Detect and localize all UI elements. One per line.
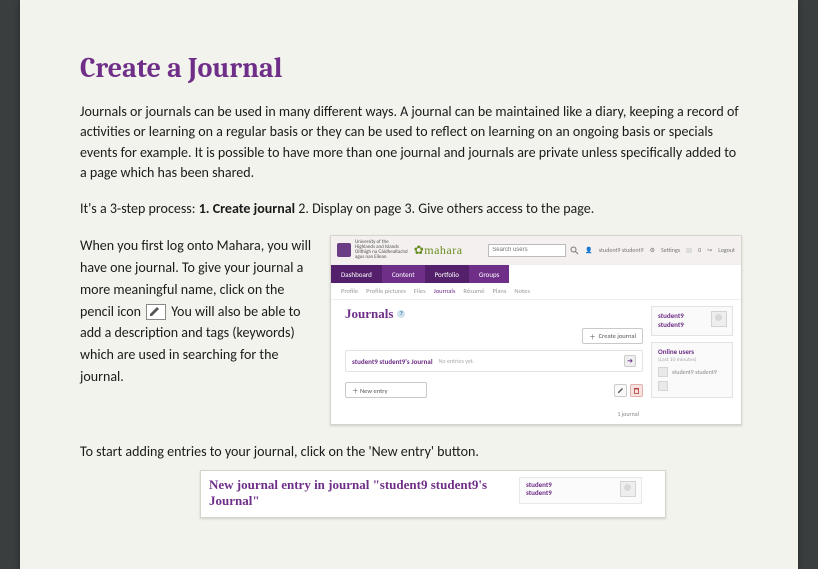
university-crest-icon — [337, 243, 351, 257]
create-journal-label: Create journal — [599, 332, 636, 340]
user-icon: 👤 — [585, 246, 592, 254]
pencil-icon — [146, 304, 166, 320]
avatar-icon — [620, 481, 636, 497]
profile-name[interactable]: student9 student9 — [658, 311, 711, 329]
online-user-row — [658, 381, 727, 391]
subnav-files[interactable]: Files — [414, 287, 426, 295]
profile-name-line2: student9 — [526, 489, 552, 497]
journals-heading-text: Journals — [345, 306, 393, 322]
mini-avatar-icon — [658, 367, 668, 377]
mini-avatar-icon — [658, 381, 668, 391]
avatar-icon — [711, 311, 727, 327]
subnav-journals[interactable]: Journals — [434, 287, 456, 295]
subnav-profile[interactable]: Profile — [341, 287, 358, 295]
journal-count-footer: 1 journal — [345, 410, 643, 418]
online-user-row: student9 student9 — [658, 367, 727, 377]
side-column: student9 student9 Online users (Last 10 … — [651, 306, 733, 418]
university-logo-block: University of the Highlands and Islands … — [337, 240, 408, 260]
profile-name[interactable]: student9 student9 — [526, 481, 552, 496]
subnav-resume[interactable]: Résumé — [463, 287, 484, 295]
subnav-plans[interactable]: Plans — [492, 287, 506, 295]
delete-journal-trash-icon[interactable] — [630, 384, 643, 397]
tab-groups[interactable]: Groups — [469, 265, 510, 283]
expand-icon[interactable]: ➜ — [624, 355, 636, 367]
main-nav: Dashboard Content Portfolio Groups — [331, 265, 741, 283]
top-user-link[interactable]: student9 student9 — [599, 246, 644, 254]
journal-title[interactable]: student9 student9's Journal — [352, 357, 433, 366]
journal-item: student9 student9's Journal No entries y… — [345, 350, 643, 372]
page-title: Create a Journal — [80, 52, 742, 84]
tab-content[interactable]: Content — [382, 265, 425, 283]
new-entry-button[interactable]: ＋ New entry — [345, 382, 427, 398]
journals-heading: Journals ? — [345, 306, 643, 322]
profile-card: student9 student9 — [651, 306, 733, 336]
step-1-bold: 1. Create journal — [199, 200, 295, 217]
online-users-subtitle: (Last 10 minutes) — [658, 357, 727, 363]
new-entry-screenshot: New journal entry in journal "student9 s… — [200, 470, 666, 518]
plus-icon: ＋ — [589, 331, 596, 341]
settings-icon: ⚙ — [650, 246, 655, 254]
online-users-card: Online users (Last 10 minutes) student9 … — [651, 342, 733, 398]
tab-dashboard[interactable]: Dashboard — [331, 265, 382, 283]
two-column-block: When you first log onto Mahara, you will… — [80, 235, 742, 425]
inbox-icon[interactable] — [686, 248, 692, 253]
intro-paragraph: Journals or journals can be used in many… — [80, 102, 742, 183]
new-entry-label: New entry — [360, 387, 388, 395]
subnav-pictures[interactable]: Profile pictures — [366, 287, 406, 295]
next-step-text: To start adding entries to your journal,… — [80, 443, 742, 460]
search-users-box — [488, 244, 579, 257]
left-column-text: When you first log onto Mahara, you will… — [80, 235, 318, 387]
top-bar: University of the Highlands and Islands … — [331, 236, 741, 265]
profile-card: student9 student9 — [519, 477, 642, 504]
entry-row: ＋ New entry — [345, 382, 643, 398]
steps-paragraph: It's a 3-step process: 1. Create journal… — [80, 199, 742, 219]
logout-icon: ↪ — [707, 246, 712, 254]
sub-nav: Profile Profile pictures Files Journals … — [331, 283, 741, 300]
main-column: Journals ? ＋ Create journal student9 stu… — [345, 306, 643, 418]
create-journal-button[interactable]: ＋ Create journal — [582, 328, 643, 344]
tab-portfolio[interactable]: Portfolio — [425, 265, 469, 283]
document-page: Create a Journal Journals or journals ca… — [20, 0, 798, 569]
online-users-title: Online users — [658, 347, 727, 356]
mahara-journals-screenshot: University of the Highlands and Islands … — [330, 235, 742, 425]
help-icon[interactable]: ? — [397, 310, 405, 318]
mahara-logo: ✿mahara — [414, 243, 463, 258]
search-input[interactable] — [488, 244, 566, 257]
new-entry-heading: New journal entry in journal "student9 s… — [209, 477, 509, 508]
university-name: University of the Highlands and Islands … — [355, 240, 408, 260]
online-user-name[interactable]: student9 student9 — [672, 368, 717, 376]
content-area: Journals ? ＋ Create journal student9 stu… — [331, 300, 741, 426]
plus-icon: ＋ — [352, 387, 360, 395]
settings-link[interactable]: Settings — [661, 246, 680, 254]
mahara-logo-text: mahara — [424, 243, 462, 257]
journal-empty-text: No entries yet. — [439, 357, 475, 365]
subnav-notes[interactable]: Notes — [514, 287, 530, 295]
steps-lead: It's a 3-step process: — [80, 200, 199, 217]
logout-link[interactable]: Logout — [718, 246, 735, 254]
edit-journal-pencil-icon[interactable] — [614, 384, 627, 397]
top-right-links: 👤 student9 student9 ⚙ Settings 0 ↪ Logou… — [585, 246, 735, 254]
search-icon[interactable] — [570, 246, 579, 255]
steps-tail: 2. Display on page 3. Give others access… — [295, 200, 594, 217]
